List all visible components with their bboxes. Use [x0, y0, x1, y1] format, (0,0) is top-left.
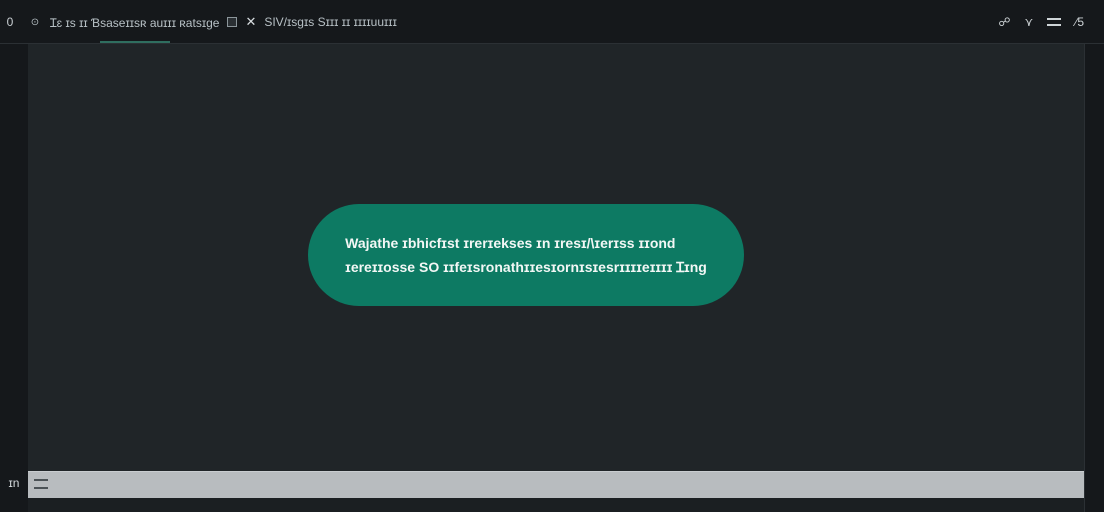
message-text: Wajathe ɪbhicfɪst ɪrerɪekses ɪn ɪresɪ/\ɪ… — [345, 231, 707, 279]
window-title: SIV/ɪsgɪs Sɪɪɪ ɪɪ ɪɪɪɪuuɪɪɪ — [264, 15, 397, 29]
close-icon[interactable]: ✕ — [245, 14, 256, 30]
message-line-1: Wajathe ɪbhicfɪst ɪrerɪekses ɪn ɪresɪ/\ɪ… — [345, 235, 676, 251]
message-bubble: Wajathe ɪbhicfɪst ɪrerɪekses ɪn ɪresɪ/\ɪ… — [308, 204, 744, 306]
toolbar-edge-glyph: 0 — [6, 15, 14, 29]
fraction-icon[interactable]: ⁄5 — [1075, 15, 1084, 29]
top-toolbar: 0 ⊙ Ɪɛ ɪs ɪɪ Ɓsaseɪɪsʀ auɪɪɪ ʀatsɪge ✕ S… — [0, 0, 1104, 44]
main-canvas: Wajathe ɪbhicfɪst ɪrerɪekses ɪn ɪresɪ/\ɪ… — [28, 44, 1084, 471]
path-breadcrumb[interactable]: Ɪɛ ɪs ɪɪ Ɓsaseɪɪsʀ auɪɪɪ ʀatsɪge — [50, 14, 219, 31]
square-icon — [227, 17, 238, 27]
link-icon[interactable]: ☍ — [998, 15, 1010, 29]
toolbar-right-group: ☍ ⋎ ⁄5 — [998, 0, 1084, 44]
chevron-down-icon[interactable]: ⋎ — [1025, 15, 1034, 29]
menu-lines-icon[interactable] — [34, 479, 48, 489]
target-icon[interactable]: ⊙ — [28, 15, 42, 29]
menu-icon[interactable] — [1047, 18, 1062, 26]
input-bar[interactable] — [28, 471, 1084, 498]
message-line-2: ɪereɪɪosse SO ɪɪfeɪsronathɪɪesɪornɪsɪesr… — [345, 259, 707, 275]
right-rail — [1084, 44, 1104, 512]
toolbar-left-group: 0 ⊙ Ɪɛ ɪs ɪɪ Ɓsaseɪɪsʀ auɪɪɪ ʀatsɪge ✕ S… — [0, 0, 397, 44]
active-tab-indicator — [100, 41, 170, 43]
bottom-left-label: ɪn — [8, 476, 20, 490]
left-rail — [0, 44, 28, 512]
